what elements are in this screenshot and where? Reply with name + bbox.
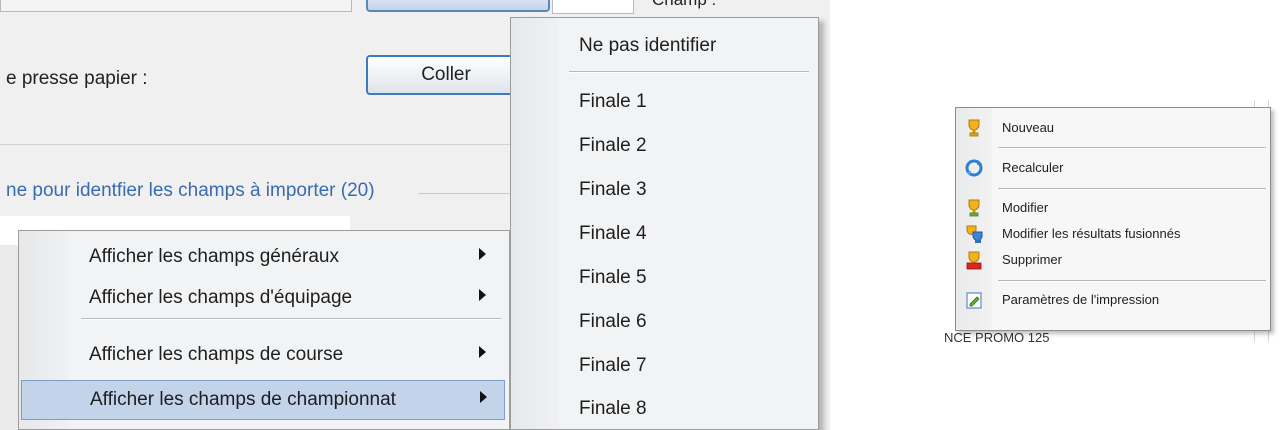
results-context-menu: Nouveau Recalculer Modifier Modifier les… (955, 107, 1271, 331)
menu-item-general-fields[interactable]: Afficher les champs généraux (21, 238, 505, 278)
submenu-item-finale[interactable]: Finale 8 (579, 398, 647, 420)
submenu-arrow-icon (479, 248, 486, 260)
menu-item-label: Afficher les champs généraux (89, 246, 339, 267)
menu-item-label: Afficher les champs d'équipage (89, 287, 353, 308)
submenu-item-finale[interactable]: Finale 5 (579, 267, 647, 289)
paste-button[interactable]: Coller (366, 55, 526, 95)
submenu-item-finale[interactable]: Finale 2 (579, 135, 647, 157)
trophy-delete-icon (966, 251, 982, 270)
menu-item-label: Paramètres de l'impression (1002, 292, 1160, 307)
menu-item-label: Modifier (1002, 200, 1049, 215)
trophy-merge-icon (966, 225, 983, 243)
submenu-arrow-icon (479, 346, 486, 358)
paste-label: e presse papier : (6, 68, 148, 89)
top-small-field[interactable] (552, 0, 634, 14)
menu-item-edit[interactable]: Modifier (956, 194, 1270, 222)
menu-separator (998, 188, 1266, 190)
menu-item-crew-fields[interactable]: Afficher les champs d'équipage (21, 279, 505, 319)
menu-item-championship-fields[interactable]: Afficher les champs de championnat (21, 380, 505, 420)
left-window: Champ : e presse papier : Coller ne pour… (0, 0, 830, 430)
menu-item-label: Afficher les champs de course (89, 344, 344, 365)
menu-item-label: Nouveau (1002, 120, 1055, 135)
grid-row-text: NCE PROMO 125 (944, 330, 1050, 342)
submenu-item-finale[interactable]: Finale 4 (579, 223, 647, 245)
trophy-edit-icon (968, 199, 980, 217)
submenu-item-do-not-identify[interactable]: Ne pas identifier (579, 35, 716, 57)
group-line (418, 193, 518, 194)
print-settings-icon (966, 292, 982, 309)
menu-item-label: Afficher les champs de championnat (90, 389, 396, 410)
top-button[interactable] (366, 0, 550, 12)
submenu-arrow-icon (480, 391, 487, 403)
menu-item-recalculate[interactable]: Recalculer (956, 154, 1270, 182)
submenu-item-finale[interactable]: Finale 3 (579, 179, 647, 201)
menu-item-label: Recalculer (1002, 160, 1064, 175)
menu-item-race-fields[interactable]: Afficher les champs de course (21, 336, 505, 376)
champ-label: Champ : (652, 0, 716, 10)
submenu-arrow-icon (479, 289, 486, 301)
menu-item-label: Modifier les résultats fusionnés (1002, 226, 1181, 241)
trophy-new-icon (968, 119, 980, 137)
recalculate-icon (965, 159, 983, 177)
finale-submenu: Ne pas identifier Finale 1 Finale 2 Fina… (510, 17, 819, 430)
group-title: ne pour identfier les champs à importer … (6, 180, 375, 201)
menu-separator (569, 71, 809, 73)
menu-separator (998, 280, 1266, 282)
menu-item-new[interactable]: Nouveau (956, 114, 1270, 142)
menu-item-label: Supprimer (1002, 252, 1062, 267)
menu-item-delete[interactable]: Supprimer (956, 246, 1270, 274)
submenu-item-finale[interactable]: Finale 7 (579, 355, 647, 377)
menu-gutter (511, 18, 559, 429)
menu-item-print-settings[interactable]: Paramètres de l'impression (956, 286, 1270, 314)
menu-separator (998, 147, 1266, 149)
menu-separator (81, 318, 501, 320)
top-field (0, 0, 352, 12)
submenu-item-finale[interactable]: Finale 1 (579, 91, 647, 113)
context-menu: Afficher les champs généraux Afficher le… (18, 230, 510, 430)
divider (0, 144, 515, 145)
right-window: NCE PROMO 125 Nouveau Recalculer Modifie… (942, 100, 1278, 342)
menu-item-edit-merged-results[interactable]: Modifier les résultats fusionnés (956, 220, 1270, 248)
submenu-item-finale[interactable]: Finale 6 (579, 311, 647, 333)
